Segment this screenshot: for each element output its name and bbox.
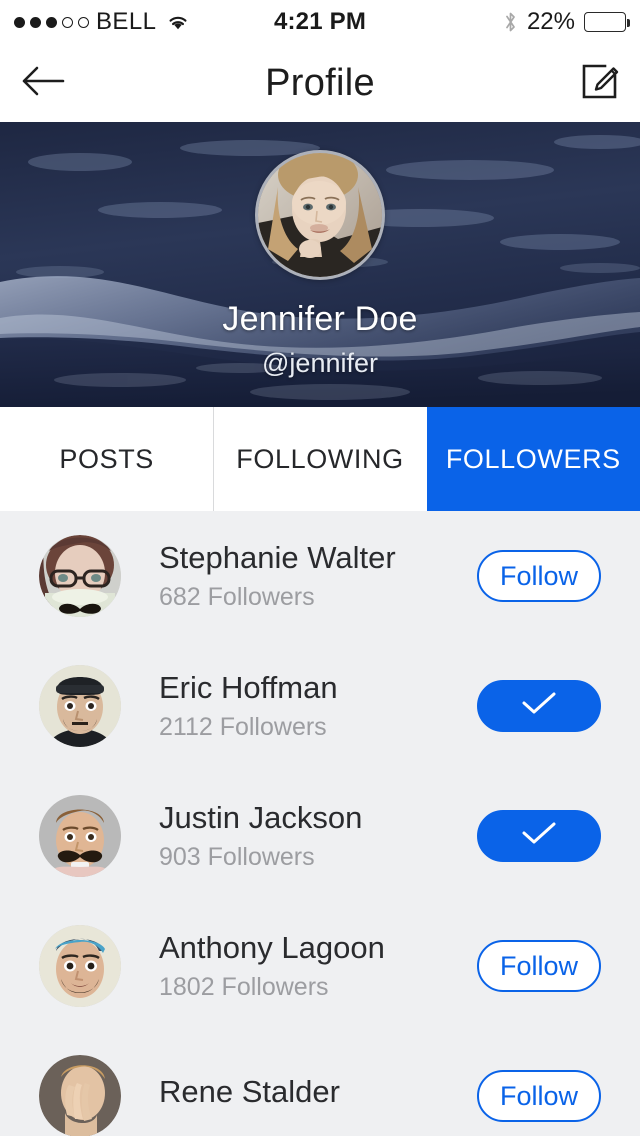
- check-icon: [518, 819, 560, 854]
- tab-following-label: FOLLOWING: [236, 443, 404, 474]
- row-text: Justin Jackson 903 Followers: [159, 800, 477, 872]
- profile-cover: Jennifer Doe @jennifer: [0, 122, 640, 407]
- profile-identity: Jennifer Doe @jennifer: [0, 122, 640, 407]
- follower-name: Anthony Lagoon: [159, 929, 385, 965]
- follow-button-label: Follow: [499, 1080, 579, 1111]
- navigation-bar: Profile: [0, 44, 640, 122]
- back-button[interactable]: [20, 64, 66, 103]
- battery-icon: [584, 12, 630, 32]
- battery-percent-label: 22%: [526, 8, 575, 35]
- compose-icon: [580, 61, 620, 106]
- avatar-justin-jackson: [39, 795, 121, 877]
- profile-handle: @jennifer: [262, 348, 378, 378]
- tab-following[interactable]: FOLLOWING: [213, 407, 427, 511]
- table-row[interactable]: Stephanie Walter 682 Followers Follow: [0, 511, 640, 641]
- follower-count: 682 Followers: [159, 583, 315, 612]
- row-text: Anthony Lagoon 1802 Followers: [159, 930, 477, 1002]
- profile-avatar[interactable]: [255, 150, 385, 280]
- followers-list: Stephanie Walter 682 Followers Follow Er…: [0, 511, 640, 1136]
- status-bar-right: 22%: [503, 8, 630, 36]
- tab-posts[interactable]: POSTS: [0, 407, 214, 511]
- profile-screen: BELL 4:21 PM 22% Profile Jennifer Doe @j…: [0, 0, 640, 1136]
- tab-followers[interactable]: FOLLOWERS: [426, 407, 640, 511]
- check-icon: [518, 689, 560, 724]
- follower-count: 1802 Followers: [159, 973, 329, 1002]
- table-row[interactable]: Justin Jackson 903 Followers: [0, 771, 640, 901]
- compose-button[interactable]: [580, 61, 620, 106]
- following-button[interactable]: [477, 680, 601, 732]
- row-text: Rene Stalder: [159, 1074, 477, 1118]
- follower-name: Stephanie Walter: [159, 539, 396, 575]
- bluetooth-icon: [503, 11, 518, 33]
- following-button[interactable]: [477, 810, 601, 862]
- profile-tabs: POSTS FOLLOWING FOLLOWERS: [0, 407, 640, 511]
- follow-button[interactable]: Follow: [477, 550, 601, 602]
- avatar-stephanie-walter: [39, 535, 121, 617]
- avatar-anthony-lagoon: [39, 925, 121, 1007]
- follow-button[interactable]: Follow: [477, 1070, 601, 1122]
- follower-name: Justin Jackson: [159, 799, 363, 835]
- follower-name: Eric Hoffman: [159, 669, 338, 705]
- page-title: Profile: [265, 61, 375, 104]
- follow-button[interactable]: Follow: [477, 940, 601, 992]
- row-text: Stephanie Walter 682 Followers: [159, 540, 477, 612]
- follow-button-label: Follow: [499, 950, 579, 981]
- tab-followers-label: FOLLOWERS: [445, 443, 621, 474]
- follower-count: 903 Followers: [159, 843, 315, 872]
- follower-name: Rene Stalder: [159, 1074, 340, 1110]
- row-text: Eric Hoffman 2112 Followers: [159, 670, 477, 742]
- avatar-eric-hoffman: [39, 665, 121, 747]
- table-row[interactable]: Anthony Lagoon 1802 Followers Follow: [0, 901, 640, 1031]
- status-bar: BELL 4:21 PM 22%: [0, 0, 640, 44]
- arrow-left-icon: [20, 64, 66, 103]
- table-row[interactable]: Rene Stalder Follow: [0, 1031, 640, 1136]
- tab-posts-label: POSTS: [59, 443, 154, 474]
- avatar-rene-stalder: [39, 1055, 121, 1136]
- table-row[interactable]: Eric Hoffman 2112 Followers: [0, 641, 640, 771]
- follow-button-label: Follow: [499, 560, 579, 591]
- follower-count: 2112 Followers: [159, 713, 327, 742]
- profile-name: Jennifer Doe: [222, 300, 418, 338]
